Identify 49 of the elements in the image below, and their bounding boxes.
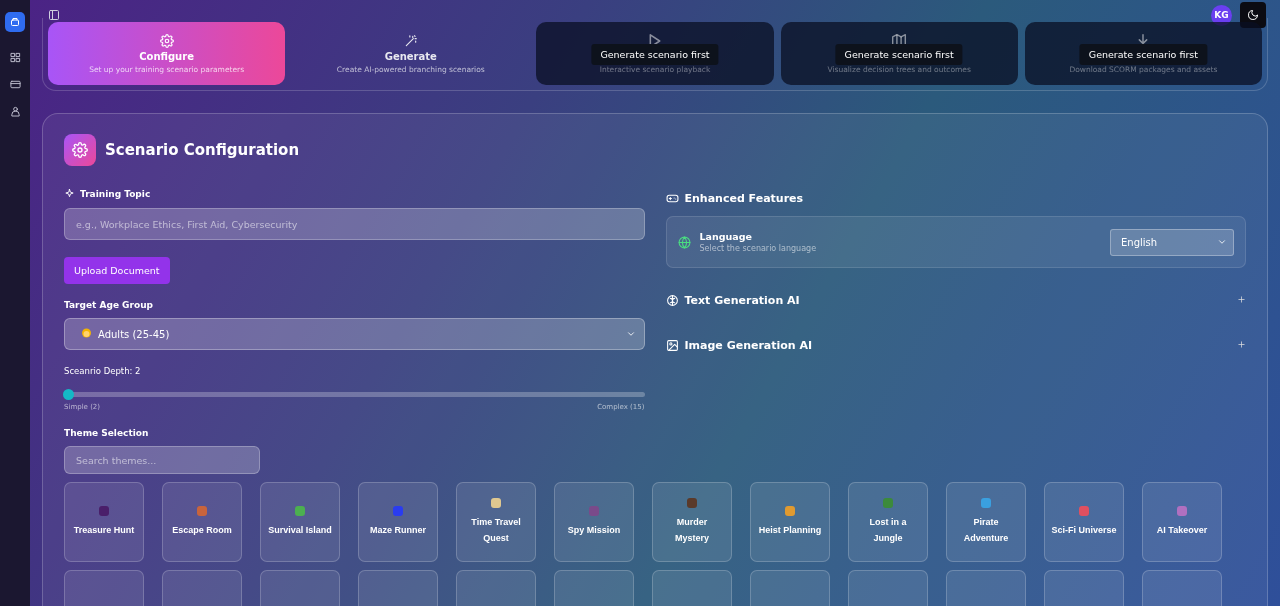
age-group-select[interactable]: Adults (25-45) (64, 318, 645, 350)
depth-slider[interactable] (64, 392, 645, 397)
box-icon (9, 16, 21, 28)
field-label: Target Age Group (64, 300, 153, 310)
moon-icon (1247, 9, 1259, 21)
theme-card[interactable]: Maze Runner (358, 482, 438, 562)
language-label: Language (699, 231, 753, 242)
theme-card[interactable]: Heist Planning (750, 482, 830, 562)
globe-icon (677, 235, 691, 249)
section-title: Enhanced Features (684, 192, 804, 205)
upload-button[interactable]: Upload Document (64, 257, 170, 284)
panel-icon (48, 9, 60, 21)
section-title: Text Generation AI (684, 293, 800, 307)
language-select[interactable]: English (1110, 228, 1234, 256)
plus-icon (1237, 295, 1246, 304)
brain-icon (665, 293, 679, 307)
theme-card[interactable]: Pirate Adventure (946, 482, 1026, 562)
chevron-down-icon (1217, 237, 1227, 247)
field-label: Theme Selection (64, 428, 149, 438)
theme-card[interactable]: Spy Mission (554, 482, 634, 562)
sparkle-icon (64, 188, 75, 199)
settings-icon (72, 142, 88, 158)
grid-icon (9, 52, 21, 63)
sidebar-toggle-icon[interactable] (48, 9, 60, 21)
language-hint: Select the scenario language (699, 244, 818, 253)
tooltip: Generate scenario first (1079, 44, 1207, 65)
theme-card[interactable]: Sci-Fi Universe (1044, 482, 1124, 562)
theme-card[interactable]: Murder Mystery (652, 482, 732, 562)
theme-card[interactable]: Survival Island (260, 482, 340, 562)
depth-label: Sceanrio Depth: 2 (64, 366, 142, 376)
field-label: Training Topic (80, 188, 151, 199)
theme-card[interactable]: Escape Room (162, 482, 242, 562)
card-title: Scenario Configuration (105, 141, 300, 159)
theme-card[interactable]: AI Takeover (1142, 482, 1222, 562)
credit-card-icon (9, 79, 21, 90)
theme-card[interactable]: Lost in a Jungle (848, 482, 928, 562)
gamepad-icon (665, 192, 679, 205)
app-logo-icon[interactable] (5, 12, 25, 32)
theme-card[interactable]: Treasure Hunt (64, 482, 144, 562)
image-icon (665, 338, 679, 352)
section-title: Image Generation AI (684, 338, 813, 352)
plus-icon (1237, 340, 1246, 349)
tooltip: Generate scenario first (591, 44, 719, 65)
magic-wand-icon (403, 33, 418, 48)
gear-icon (159, 33, 174, 48)
chevron-down-icon (625, 329, 636, 339)
tooltip: Generate scenario first (835, 44, 963, 65)
theme-card[interactable]: Time Travel Quest (456, 482, 536, 562)
person-icon (9, 106, 21, 117)
